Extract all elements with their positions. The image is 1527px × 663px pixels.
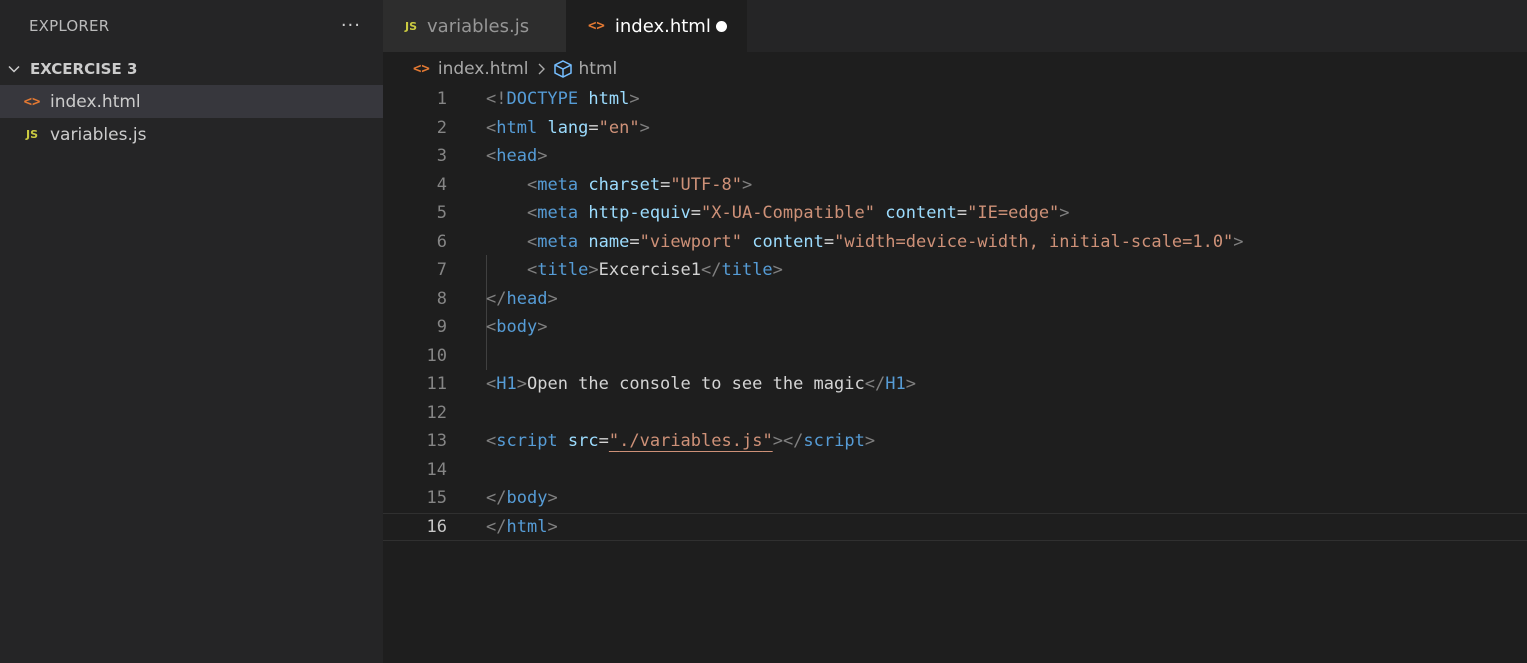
line-number: 1 <box>436 89 447 110</box>
line-text: <meta http-equiv="X-UA-Compatible" conte… <box>526 203 1070 224</box>
more-actions-icon[interactable]: ··· <box>341 17 361 35</box>
code-line[interactable]: 5 <meta http-equiv="X-UA-Compatible" con… <box>383 199 1527 228</box>
code-line[interactable]: 7 <title>Excercise1</title> <box>383 256 1527 285</box>
code-line[interactable]: 13 <script src="./variables.js"></script… <box>383 427 1527 456</box>
line-text: <head> <box>486 146 548 167</box>
line-text: <title>Excercise1</title> <box>526 260 783 281</box>
line-text: <html lang="en"> <box>486 117 650 138</box>
line-text: <meta charset="UTF-8"> <box>526 174 753 195</box>
html-file-icon: <> <box>413 60 430 77</box>
unsaved-dot-icon[interactable] <box>716 20 727 32</box>
src-link[interactable]: "./variables.js" <box>609 431 773 451</box>
line-number: 10 <box>426 345 447 366</box>
explorer-title: EXPLORER <box>29 17 110 35</box>
line-number: 3 <box>436 146 447 167</box>
line-text: <meta name="viewport" content="width=dev… <box>526 231 1244 252</box>
line-number: 14 <box>426 459 447 480</box>
line-text: <script src="./variables.js"></script> <box>486 431 876 452</box>
tab-label: variables.js <box>427 15 530 37</box>
line-text: <H1>Open the console to see the magic</H… <box>486 374 916 395</box>
line-number: 15 <box>426 488 447 509</box>
explorer-sidebar: EXPLORER ··· EXCERCISE 3 <> index.html J… <box>0 0 383 663</box>
code-line[interactable]: 4 <meta charset="UTF-8"> <box>383 171 1527 200</box>
js-icon-glyph: JS <box>25 128 38 141</box>
code-line[interactable]: 14 <box>383 456 1527 485</box>
line-number: 8 <box>436 288 447 309</box>
line-number: 9 <box>436 317 447 338</box>
code-line[interactable]: 2 <html lang="en"> <box>383 114 1527 143</box>
code-line[interactable]: 11 <H1>Open the console to see the magic… <box>383 370 1527 399</box>
breadcrumb-symbol[interactable]: html <box>579 59 618 79</box>
breadcrumb-file[interactable]: index.html <box>438 59 529 79</box>
code-line[interactable]: 8 </head> <box>383 285 1527 314</box>
code-line[interactable]: 3 <head> <box>383 142 1527 171</box>
tab-bar: JS variables.js <> index.html <box>383 0 1527 52</box>
line-number: 11 <box>426 374 447 395</box>
code-line[interactable]: 1 <!DOCTYPE html> <box>383 85 1527 114</box>
html-file-icon: <> <box>588 18 605 34</box>
js-file-icon: JS <box>405 19 418 33</box>
symbol-cube-icon <box>553 59 573 78</box>
folder-label: EXCERCISE 3 <box>30 59 138 78</box>
tab-variables-js[interactable]: JS variables.js <box>383 0 566 52</box>
code-line[interactable]: 10 <box>383 342 1527 371</box>
line-number: 5 <box>436 203 447 224</box>
code-line[interactable]: 9 <body> <box>383 313 1527 342</box>
chevron-down-icon[interactable] <box>6 61 22 77</box>
code-line[interactable]: 15 </body> <box>383 484 1527 513</box>
tab-index-html[interactable]: <> index.html <box>566 0 747 52</box>
line-number: 7 <box>436 260 447 281</box>
code-editor[interactable]: 1 <!DOCTYPE html> 2 <html lang="en"> 3 <… <box>383 85 1527 541</box>
tab-bar-empty <box>747 0 1527 52</box>
breadcrumb: <> index.html html <box>383 52 1527 85</box>
line-number: 16 <box>426 516 447 537</box>
line-text: </head> <box>486 288 558 309</box>
file-label: index.html <box>50 91 141 112</box>
folder-excercise-3[interactable]: EXCERCISE 3 <box>0 52 383 85</box>
js-file-icon: JS <box>22 128 42 141</box>
html-file-icon: <> <box>22 94 42 110</box>
line-text: <body> <box>486 317 548 338</box>
line-text: </body> <box>486 488 558 509</box>
line-number: 2 <box>436 117 447 138</box>
code-line[interactable]: 12 <box>383 399 1527 428</box>
line-number: 6 <box>436 231 447 252</box>
tab-label: index.html <box>614 15 711 37</box>
editor-area: JS variables.js <> index.html <> index.h… <box>383 0 1527 663</box>
explorer-header: EXPLORER ··· <box>0 0 383 52</box>
html-icon-glyph: <> <box>23 93 41 110</box>
line-number: 13 <box>426 431 447 452</box>
file-item-variables-js[interactable]: JS variables.js <box>0 118 383 151</box>
code-line[interactable]: 6 <meta name="viewport" content="width=d… <box>383 228 1527 257</box>
chevron-right-icon <box>537 62 547 76</box>
code-line-current[interactable]: 16 </html> <box>383 512 1527 541</box>
file-label: variables.js <box>50 124 147 145</box>
file-item-index-html[interactable]: <> index.html <box>0 85 383 118</box>
line-text: <!DOCTYPE html> <box>486 89 640 110</box>
line-text: </html> <box>486 516 558 537</box>
line-number: 12 <box>426 402 447 423</box>
line-number: 4 <box>436 174 447 195</box>
